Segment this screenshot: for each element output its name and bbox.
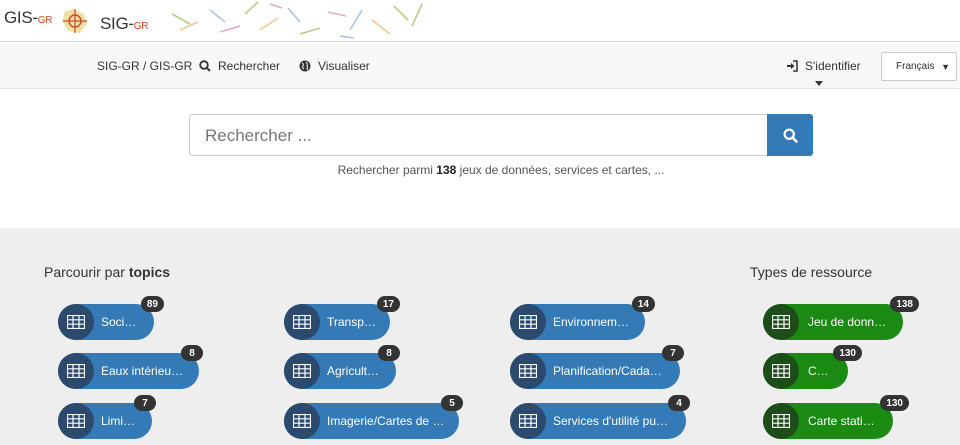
table-icon: [763, 304, 799, 340]
resource-label: Jeu de données: [808, 315, 894, 329]
dropdown-arrow-icon: ▼: [941, 62, 950, 72]
resource-label: Carte statique: [808, 414, 883, 428]
nav-home-link[interactable]: SIG-GR / GIS-GR: [97, 43, 192, 89]
sign-in-icon: [787, 60, 798, 72]
topic-label: Agriculture: [327, 364, 385, 378]
topic-count-badge: 89: [140, 296, 164, 312]
topic-pill-eaux-interieures[interactable]: Eaux intérieures 8: [58, 345, 203, 389]
nav-login-label: S'identifier: [805, 59, 861, 73]
nav-login-link[interactable]: S'identifier: [786, 43, 861, 89]
search-hint-count: 138: [436, 163, 457, 177]
resource-count-badge: 130: [833, 345, 862, 361]
login-caret-icon: [815, 81, 823, 86]
search-hint: Rechercher parmi 138 jeux de données, se…: [0, 163, 960, 177]
table-icon: [510, 353, 546, 389]
topic-pill-imagerie-cartes[interactable]: Imagerie/Cartes de … 5: [284, 395, 463, 439]
topic-label: Société: [101, 315, 142, 329]
topic-pill-agriculture[interactable]: Agriculture 8: [284, 345, 400, 389]
logo-sig-gr[interactable]: SIG-GR: [100, 14, 148, 34]
search-hint-after: jeux de données, services et cartes, ...: [456, 163, 665, 177]
language-value: Français: [896, 61, 935, 72]
nav-visualize-label: Visualiser: [318, 59, 370, 73]
resource-count-badge: 138: [890, 296, 919, 312]
topic-pill-planification-cadastre[interactable]: Planification/Cadastre 7: [510, 345, 684, 389]
table-icon: [284, 304, 320, 340]
resource-label: Carte: [808, 364, 838, 378]
topics-title: Parcourir par topics: [44, 264, 170, 280]
nav-search-label: Rechercher: [218, 59, 281, 73]
topic-label: Planification/Cadastre: [553, 364, 670, 378]
resource-count-badge: 130: [880, 395, 909, 411]
nav-visualize-link[interactable]: Visualiser: [299, 43, 370, 89]
topic-label: Limites: [101, 414, 140, 428]
resource-pill-carte-statique[interactable]: Carte statique 130: [763, 395, 909, 439]
topic-count-badge: 4: [668, 395, 690, 411]
resource-types-title: Types de ressource: [750, 264, 872, 280]
logo-sig-text: SIG-: [100, 14, 134, 33]
table-icon: [58, 403, 94, 439]
topic-pill-transport[interactable]: Transport 17: [284, 296, 400, 340]
table-icon: [510, 403, 546, 439]
search-placeholder: Rechercher ...: [205, 126, 312, 145]
logo-gis-suffix: GR: [37, 15, 53, 26]
table-icon: [763, 353, 799, 389]
topic-label: Services d'utilité pub…: [553, 414, 675, 428]
topic-count-badge: 7: [662, 345, 684, 361]
search-button[interactable]: [767, 114, 813, 156]
crosshair-logo-icon: [63, 9, 87, 33]
table-icon: [58, 304, 94, 340]
topic-label: Transport: [327, 315, 378, 329]
topic-pill-limites[interactable]: Limites 7: [58, 395, 156, 439]
topic-pill-societe[interactable]: Société 89: [58, 296, 164, 340]
nav-search-link[interactable]: Rechercher: [199, 43, 280, 89]
logo-gis-text: GIS-: [4, 8, 38, 27]
topics-title-bold: topics: [128, 264, 171, 280]
topic-count-badge: 7: [134, 395, 156, 411]
topic-pill-services-utilite-publique[interactable]: Services d'utilité pub… 4: [510, 395, 690, 439]
logo-gis-gr[interactable]: GIS-GR: [4, 8, 52, 28]
topic-count-badge: 17: [376, 296, 400, 312]
logo-sig-suffix: GR: [133, 21, 149, 32]
header-banner: GIS-GR SIG-GR: [0, 0, 960, 42]
topic-label: Imagerie/Cartes de …: [327, 414, 445, 428]
search-icon: [782, 127, 798, 143]
topic-pill-environnement[interactable]: Environnement 14: [510, 296, 655, 340]
topics-title-prefix: Parcourir par: [44, 264, 129, 280]
topic-count-badge: 8: [378, 345, 400, 361]
topic-label: Eaux intérieures: [101, 364, 188, 378]
topic-label: Environnement: [553, 315, 634, 329]
search-input[interactable]: Rechercher ...: [189, 114, 768, 156]
language-select[interactable]: Français ▼: [881, 52, 957, 81]
topic-count-badge: 5: [441, 395, 463, 411]
search-hint-before: Rechercher parmi: [337, 163, 437, 177]
table-icon: [510, 304, 546, 340]
resource-pill-jeu-de-donnees[interactable]: Jeu de données 138: [763, 296, 919, 340]
nav-home-label: SIG-GR / GIS-GR: [97, 59, 193, 73]
table-icon: [284, 353, 320, 389]
table-icon: [284, 403, 320, 439]
topic-count-badge: 14: [631, 296, 655, 312]
globe-icon: [299, 60, 311, 72]
resource-types-title-text: Types de ressource: [750, 264, 873, 280]
table-icon: [58, 353, 94, 389]
search-icon: [199, 60, 211, 72]
decorative-lines: [171, 1, 423, 39]
resource-pill-carte[interactable]: Carte 130: [763, 345, 862, 389]
topic-count-badge: 8: [181, 345, 203, 361]
table-icon: [763, 403, 799, 439]
